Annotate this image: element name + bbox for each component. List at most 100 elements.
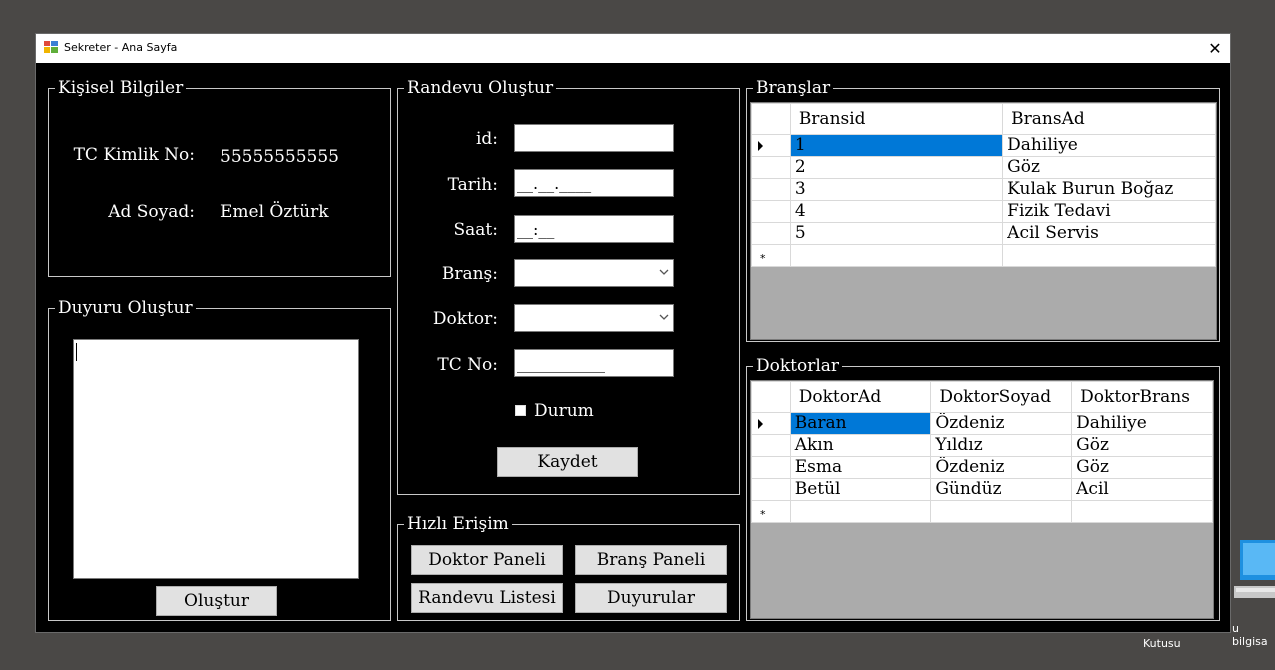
tarih-label: Tarih: xyxy=(447,175,498,195)
group-title: Duyuru Oluştur xyxy=(55,297,196,319)
duyuru-textarea[interactable] xyxy=(73,339,359,579)
table-row[interactable]: 1 Dahiliye xyxy=(751,134,1216,157)
brans-paneli-button[interactable]: Branş Paneli xyxy=(575,545,727,575)
chevron-down-icon xyxy=(659,314,669,320)
table-row[interactable]: Akın Yıldız Göz xyxy=(751,434,1213,457)
table-cell[interactable] xyxy=(1002,244,1216,267)
table-row[interactable]: 2 Göz xyxy=(751,156,1216,179)
row-header[interactable] xyxy=(751,222,791,245)
new-row[interactable]: * xyxy=(751,500,1213,523)
group-title: Kişisel Bilgiler xyxy=(55,77,187,99)
computer-desktop-icon[interactable] xyxy=(1232,538,1275,600)
table-cell[interactable]: Dahiliye xyxy=(1071,412,1213,435)
table-row[interactable]: Esma Özdeniz Göz xyxy=(751,456,1213,479)
close-button[interactable]: ✕ xyxy=(1200,34,1230,63)
table-cell[interactable]: Acil xyxy=(1071,478,1213,501)
row-header[interactable] xyxy=(751,200,791,223)
doktor-select[interactable] xyxy=(514,304,674,332)
table-row[interactable]: 5 Acil Servis xyxy=(751,222,1216,245)
group-title: Doktorlar xyxy=(753,355,843,377)
brans-select[interactable] xyxy=(514,259,674,287)
table-cell[interactable]: Yıldız xyxy=(930,434,1073,457)
new-row-icon: * xyxy=(760,252,766,265)
table-cell[interactable]: Acil Servis xyxy=(1002,222,1216,245)
table-cell[interactable]: Gündüz xyxy=(930,478,1073,501)
app-icon xyxy=(44,41,58,53)
row-header[interactable] xyxy=(751,178,791,201)
table-cell[interactable] xyxy=(789,500,932,523)
id-label: id: xyxy=(475,129,498,149)
window-title: Sekreter - Ana Sayfa xyxy=(64,41,178,54)
table-cell[interactable]: Akın xyxy=(789,434,932,457)
grid-corner xyxy=(751,381,791,413)
kaydet-button[interactable]: Kaydet xyxy=(497,447,638,477)
column-header[interactable]: DoktorBrans xyxy=(1071,381,1213,413)
table-cell[interactable]: Baran xyxy=(789,412,932,435)
desktop-label: u bilgisa xyxy=(1232,622,1268,648)
saat-input[interactable]: __:__ xyxy=(514,215,674,243)
tarih-input[interactable]: __.__.____ xyxy=(514,169,674,197)
table-cell[interactable] xyxy=(789,244,1004,267)
table-cell[interactable]: 2 xyxy=(789,156,1004,179)
group-title: Randevu Oluştur xyxy=(404,77,557,99)
table-cell[interactable]: 3 xyxy=(789,178,1004,201)
row-header[interactable] xyxy=(751,156,791,179)
table-cell[interactable]: Kulak Burun Boğaz xyxy=(1002,178,1216,201)
table-cell[interactable]: Fizik Tedavi xyxy=(1002,200,1216,223)
hizli-erisim-group: Hızlı Erişim Doktor Paneli Branş Paneli … xyxy=(397,513,740,621)
olustur-button[interactable]: Oluştur xyxy=(156,586,277,616)
chevron-down-icon xyxy=(659,269,669,275)
column-header[interactable]: DoktorAd xyxy=(789,381,932,413)
row-header[interactable] xyxy=(751,456,791,479)
group-title: Branşlar xyxy=(753,77,834,99)
table-cell[interactable]: Esma xyxy=(789,456,932,479)
table-cell[interactable]: Dahiliye xyxy=(1002,134,1216,157)
table-row[interactable]: Betül Gündüz Acil xyxy=(751,478,1213,501)
row-header[interactable] xyxy=(751,134,791,157)
tc-no-label: TC No: xyxy=(437,355,498,375)
column-header[interactable]: Bransid xyxy=(789,103,1004,135)
doktorlar-grid[interactable]: DoktorAd DoktorSoyad DoktorBrans Baran Ö… xyxy=(750,380,1214,619)
table-cell[interactable] xyxy=(930,500,1073,523)
doktorlar-group: Doktorlar DoktorAd DoktorSoyad DoktorBra… xyxy=(746,355,1220,621)
branslar-grid[interactable]: Bransid BransAd 1 Dahiliye 2 Göz 3 Kulak… xyxy=(750,102,1217,340)
tc-no-input[interactable]: ___________ xyxy=(514,349,674,377)
row-header[interactable]: * xyxy=(751,244,791,267)
durum-checkbox[interactable] xyxy=(515,405,526,416)
current-row-icon xyxy=(758,419,763,429)
row-header[interactable]: * xyxy=(751,500,791,523)
durum-label: Durum xyxy=(534,401,594,421)
tc-kimlik-value: 55555555555 xyxy=(220,147,339,167)
brans-label: Branş: xyxy=(441,264,498,284)
id-input[interactable] xyxy=(514,124,674,152)
randevu-listesi-button[interactable]: Randevu Listesi xyxy=(411,583,563,613)
table-cell[interactable]: Özdeniz xyxy=(930,412,1073,435)
new-row[interactable]: * xyxy=(751,244,1216,267)
row-header[interactable] xyxy=(751,412,791,435)
table-row[interactable]: 3 Kulak Burun Boğaz xyxy=(751,178,1216,201)
duyuru-group: Duyuru Oluştur Oluştur xyxy=(48,297,391,621)
table-cell[interactable]: Göz xyxy=(1071,456,1213,479)
column-header[interactable]: BransAd xyxy=(1002,103,1216,135)
row-header[interactable] xyxy=(751,478,791,501)
grid-corner xyxy=(751,103,791,135)
doktor-paneli-button[interactable]: Doktor Paneli xyxy=(411,545,563,575)
table-cell[interactable]: 4 xyxy=(789,200,1004,223)
column-header[interactable]: DoktorSoyad xyxy=(930,381,1073,413)
table-cell[interactable]: Betül xyxy=(789,478,932,501)
table-row[interactable]: 4 Fizik Tedavi xyxy=(751,200,1216,223)
table-cell[interactable]: Göz xyxy=(1002,156,1216,179)
main-window: Sekreter - Ana Sayfa ✕ Kişisel Bilgiler … xyxy=(35,33,1231,633)
table-cell[interactable]: 1 xyxy=(789,134,1004,157)
branslar-group: Branşlar Bransid BransAd 1 Dahiliye 2 Gö… xyxy=(746,77,1220,342)
text-caret xyxy=(76,343,77,361)
row-header[interactable] xyxy=(751,434,791,457)
duyurular-button[interactable]: Duyurular xyxy=(575,583,727,613)
table-row[interactable]: Baran Özdeniz Dahiliye xyxy=(751,412,1213,435)
group-title: Hızlı Erişim xyxy=(404,513,512,535)
table-cell[interactable]: Göz xyxy=(1071,434,1213,457)
table-cell[interactable] xyxy=(1071,500,1213,523)
table-cell[interactable]: Özdeniz xyxy=(930,456,1073,479)
table-cell[interactable]: 5 xyxy=(789,222,1004,245)
randevu-group: Randevu Oluştur id: Tarih: __.__.____ Sa… xyxy=(397,77,740,495)
